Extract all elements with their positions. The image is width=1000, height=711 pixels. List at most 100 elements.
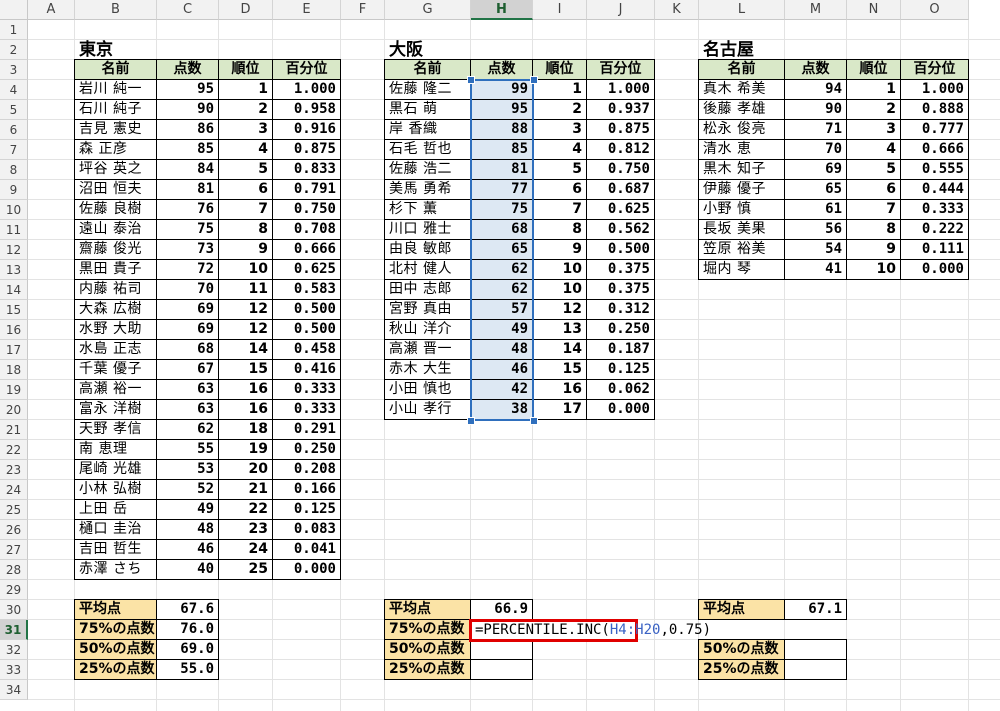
tokyo-name-cell[interactable]: 黒田 貴子 bbox=[74, 259, 157, 280]
nagoya-score-cell[interactable]: 65 bbox=[784, 179, 847, 200]
osaka-percentile-cell[interactable]: 0.750 bbox=[586, 159, 655, 180]
osaka-rank-cell[interactable]: 15 bbox=[532, 359, 587, 380]
osaka-score-cell[interactable]: 62 bbox=[470, 259, 533, 280]
osaka-score-cell[interactable]: 46 bbox=[470, 359, 533, 380]
osaka-rank-cell[interactable]: 6 bbox=[532, 179, 587, 200]
osaka-name-cell[interactable]: 宮野 真由 bbox=[384, 299, 471, 320]
row-header-18[interactable]: 18 bbox=[0, 360, 28, 380]
tokyo-name-cell[interactable]: 森 正彦 bbox=[74, 139, 157, 160]
tokyo-percentile-cell[interactable]: 0.416 bbox=[272, 359, 341, 380]
osaka-rank-cell[interactable]: 4 bbox=[532, 139, 587, 160]
osaka-stat-label[interactable]: 50%の点数 bbox=[384, 639, 471, 660]
tokyo-rank-cell[interactable]: 25 bbox=[218, 559, 273, 580]
tokyo-score-cell[interactable]: 72 bbox=[156, 259, 219, 280]
tokyo-rank-cell[interactable]: 22 bbox=[218, 499, 273, 520]
nagoya-percentile-cell[interactable]: 0.000 bbox=[900, 259, 969, 280]
nagoya-header-rank[interactable]: 順位 bbox=[846, 59, 901, 80]
tokyo-rank-cell[interactable]: 16 bbox=[218, 379, 273, 400]
nagoya-title[interactable]: 名古屋 bbox=[699, 40, 848, 61]
tokyo-name-cell[interactable]: 尾崎 光雄 bbox=[74, 459, 157, 480]
tokyo-stat-label[interactable]: 75%の点数 bbox=[74, 619, 157, 640]
tokyo-name-cell[interactable]: 千葉 優子 bbox=[74, 359, 157, 380]
osaka-score-cell[interactable]: 99 bbox=[470, 79, 533, 100]
row-header-1[interactable]: 1 bbox=[0, 20, 28, 40]
osaka-rank-cell[interactable]: 7 bbox=[532, 199, 587, 220]
tokyo-name-cell[interactable]: 岩川 純一 bbox=[74, 79, 157, 100]
tokyo-header-rank[interactable]: 順位 bbox=[218, 59, 273, 80]
tokyo-stat-label[interactable]: 50%の点数 bbox=[74, 639, 157, 660]
tokyo-percentile-cell[interactable]: 1.000 bbox=[272, 79, 341, 100]
osaka-percentile-cell[interactable]: 0.312 bbox=[586, 299, 655, 320]
nagoya-name-cell[interactable]: 松永 俊亮 bbox=[698, 119, 785, 140]
osaka-name-cell[interactable]: 小山 孝行 bbox=[384, 399, 471, 420]
osaka-rank-cell[interactable]: 13 bbox=[532, 319, 587, 340]
tokyo-score-cell[interactable]: 55 bbox=[156, 439, 219, 460]
nagoya-rank-cell[interactable]: 2 bbox=[846, 99, 901, 120]
row-header-25[interactable]: 25 bbox=[0, 500, 28, 520]
tokyo-score-cell[interactable]: 40 bbox=[156, 559, 219, 580]
tokyo-score-cell[interactable]: 46 bbox=[156, 539, 219, 560]
row-header-28[interactable]: 28 bbox=[0, 560, 28, 580]
tokyo-score-cell[interactable]: 63 bbox=[156, 379, 219, 400]
osaka-rank-cell[interactable]: 17 bbox=[532, 399, 587, 420]
osaka-rank-cell[interactable]: 1 bbox=[532, 79, 587, 100]
tokyo-rank-cell[interactable]: 16 bbox=[218, 399, 273, 420]
osaka-name-cell[interactable]: 佐藤 浩二 bbox=[384, 159, 471, 180]
tokyo-rank-cell[interactable]: 4 bbox=[218, 139, 273, 160]
tokyo-percentile-cell[interactable]: 0.041 bbox=[272, 539, 341, 560]
osaka-percentile-cell[interactable]: 0.000 bbox=[586, 399, 655, 420]
row-header-17[interactable]: 17 bbox=[0, 340, 28, 360]
row-header-24[interactable]: 24 bbox=[0, 480, 28, 500]
osaka-rank-cell[interactable]: 5 bbox=[532, 159, 587, 180]
nagoya-rank-cell[interactable]: 4 bbox=[846, 139, 901, 160]
osaka-percentile-cell[interactable]: 0.812 bbox=[586, 139, 655, 160]
column-header-a[interactable]: A bbox=[28, 0, 75, 20]
tokyo-name-cell[interactable]: 佐藤 良樹 bbox=[74, 199, 157, 220]
nagoya-stat-label[interactable]: 平均点 bbox=[698, 599, 785, 620]
tokyo-stat-value[interactable]: 55.0 bbox=[156, 659, 219, 680]
osaka-name-cell[interactable]: 赤木 大生 bbox=[384, 359, 471, 380]
column-header-j[interactable]: J bbox=[587, 0, 655, 20]
tokyo-percentile-cell[interactable]: 0.500 bbox=[272, 319, 341, 340]
nagoya-score-cell[interactable]: 90 bbox=[784, 99, 847, 120]
tokyo-name-cell[interactable]: 石川 純子 bbox=[74, 99, 157, 120]
osaka-percentile-cell[interactable]: 0.625 bbox=[586, 199, 655, 220]
tokyo-score-cell[interactable]: 48 bbox=[156, 519, 219, 540]
tokyo-percentile-cell[interactable]: 0.875 bbox=[272, 139, 341, 160]
nagoya-rank-cell[interactable]: 8 bbox=[846, 219, 901, 240]
nagoya-stat-value[interactable] bbox=[784, 659, 847, 680]
nagoya-score-cell[interactable]: 94 bbox=[784, 79, 847, 100]
tokyo-percentile-cell[interactable]: 0.916 bbox=[272, 119, 341, 140]
osaka-score-cell[interactable]: 68 bbox=[470, 219, 533, 240]
tokyo-rank-cell[interactable]: 3 bbox=[218, 119, 273, 140]
tokyo-score-cell[interactable]: 52 bbox=[156, 479, 219, 500]
osaka-score-cell[interactable]: 42 bbox=[470, 379, 533, 400]
tokyo-percentile-cell[interactable]: 0.500 bbox=[272, 299, 341, 320]
tokyo-percentile-cell[interactable]: 0.791 bbox=[272, 179, 341, 200]
tokyo-percentile-cell[interactable]: 0.958 bbox=[272, 99, 341, 120]
nagoya-score-cell[interactable]: 71 bbox=[784, 119, 847, 140]
select-all-corner[interactable] bbox=[0, 0, 28, 20]
tokyo-stat-label[interactable]: 平均点 bbox=[74, 599, 157, 620]
column-header-n[interactable]: N bbox=[847, 0, 901, 20]
column-header-d[interactable]: D bbox=[219, 0, 273, 20]
tokyo-percentile-cell[interactable]: 0.625 bbox=[272, 259, 341, 280]
tokyo-name-cell[interactable]: 高瀬 裕一 bbox=[74, 379, 157, 400]
nagoya-percentile-cell[interactable]: 0.888 bbox=[900, 99, 969, 120]
column-header-e[interactable]: E bbox=[273, 0, 341, 20]
nagoya-score-cell[interactable]: 54 bbox=[784, 239, 847, 260]
tokyo-percentile-cell[interactable]: 0.666 bbox=[272, 239, 341, 260]
tokyo-percentile-cell[interactable]: 0.333 bbox=[272, 399, 341, 420]
osaka-rank-cell[interactable]: 10 bbox=[532, 259, 587, 280]
osaka-name-cell[interactable]: 杉下 薫 bbox=[384, 199, 471, 220]
row-header-5[interactable]: 5 bbox=[0, 100, 28, 120]
osaka-percentile-cell[interactable]: 0.062 bbox=[586, 379, 655, 400]
tokyo-percentile-cell[interactable]: 0.083 bbox=[272, 519, 341, 540]
osaka-stat-label[interactable]: 75%の点数 bbox=[384, 619, 471, 640]
row-header-22[interactable]: 22 bbox=[0, 440, 28, 460]
osaka-rank-cell[interactable]: 12 bbox=[532, 299, 587, 320]
nagoya-percentile-cell[interactable]: 0.666 bbox=[900, 139, 969, 160]
tokyo-name-cell[interactable]: 水野 大助 bbox=[74, 319, 157, 340]
nagoya-header-name[interactable]: 名前 bbox=[698, 59, 785, 80]
selection-handle[interactable] bbox=[530, 417, 538, 425]
